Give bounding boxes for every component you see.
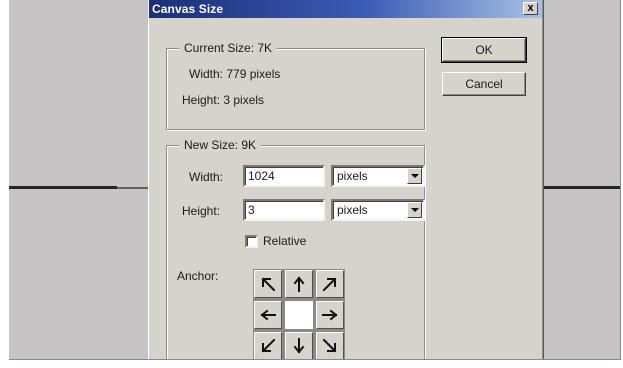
workspace-background: Canvas Size x Current Size: 7K Width: 77… — [9, 0, 621, 360]
height-input-value: 3 — [248, 203, 255, 217]
chevron-down-icon[interactable] — [407, 202, 422, 218]
anchor-left-cell[interactable] — [254, 301, 282, 329]
height-label: Height: — [182, 204, 221, 218]
height-unit-select[interactable]: pixels — [331, 199, 425, 221]
relative-checkbox[interactable] — [245, 235, 258, 248]
new-size-heading: New Size: 9K — [179, 138, 262, 152]
anchor-center-cell[interactable] — [285, 301, 313, 329]
new-size-group: New Size: 9K Width: 1024 pixels Height: … — [166, 138, 425, 359]
current-height-text: Height: 3 pixels — [182, 93, 265, 107]
relative-label[interactable]: Relative — [263, 234, 306, 248]
ok-button[interactable]: OK — [441, 37, 527, 63]
arrow-up-right-icon — [322, 277, 337, 292]
ok-button-label: OK — [475, 43, 493, 57]
height-unit-value: pixels — [337, 203, 368, 217]
arrow-down-icon — [293, 338, 305, 354]
canvas-size-dialog: Canvas Size x Current Size: 7K Width: 77… — [148, 0, 544, 359]
dialog-titlebar[interactable]: Canvas Size x — [149, 0, 542, 18]
width-input-value: 1024 — [248, 169, 275, 183]
anchor-grid — [253, 269, 345, 359]
arrow-up-left-icon — [261, 277, 276, 292]
dialog-title: Canvas Size — [152, 2, 224, 16]
anchor-label: Anchor: — [177, 269, 219, 283]
anchor-bottom-right-cell[interactable] — [316, 332, 344, 359]
anchor-right-cell[interactable] — [316, 301, 344, 329]
close-icon: x — [527, 2, 534, 14]
canvas-line-left — [9, 186, 117, 189]
anchor-bottom-cell[interactable] — [285, 332, 313, 359]
arrow-left-icon — [260, 309, 276, 321]
current-size-group: Current Size: 7K Width: 779 pixels Heigh… — [166, 41, 425, 130]
anchor-top-cell[interactable] — [285, 270, 313, 298]
anchor-top-left-cell[interactable] — [254, 270, 282, 298]
canvas-line-left-tail — [117, 187, 149, 189]
cancel-button[interactable]: Cancel — [442, 72, 526, 96]
width-label: Width: — [189, 170, 224, 184]
anchor-bottom-left-cell[interactable] — [254, 332, 282, 359]
cancel-button-label: Cancel — [465, 77, 503, 91]
width-input[interactable]: 1024 — [243, 165, 325, 187]
width-unit-select[interactable]: pixels — [331, 165, 425, 187]
arrow-up-icon — [293, 276, 305, 292]
arrow-down-right-icon — [322, 338, 337, 353]
current-width-text: Width: 779 pixels — [189, 67, 281, 81]
current-size-heading: Current Size: 7K — [179, 41, 278, 55]
canvas-line-right — [541, 186, 620, 189]
anchor-top-right-cell[interactable] — [316, 270, 344, 298]
close-button[interactable]: x — [523, 2, 538, 15]
height-input[interactable]: 3 — [243, 199, 325, 221]
chevron-down-icon[interactable] — [407, 168, 422, 184]
arrow-down-left-icon — [261, 338, 276, 353]
width-unit-value: pixels — [337, 169, 368, 183]
arrow-right-icon — [322, 309, 338, 321]
